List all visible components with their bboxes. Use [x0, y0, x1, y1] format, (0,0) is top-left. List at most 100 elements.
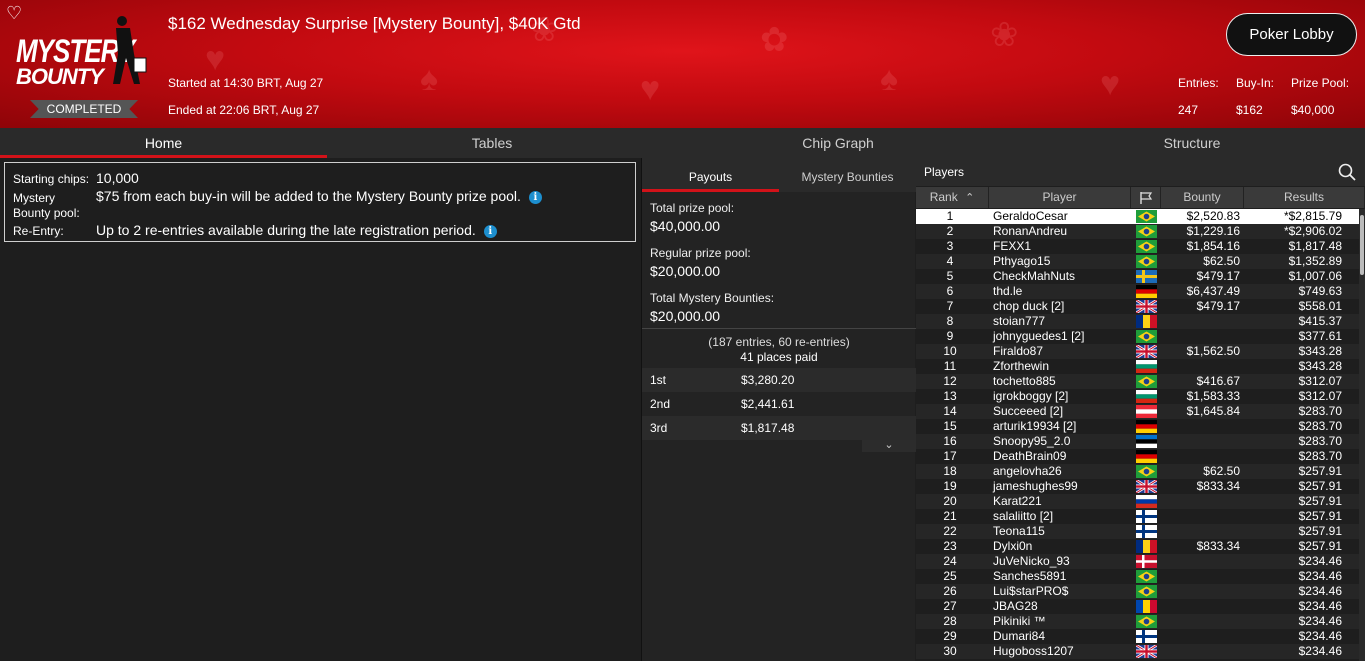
player-row[interactable]: 22 Teona115 $257.91	[916, 524, 1359, 539]
mystery-total-label: Total Mystery Bounties:	[650, 291, 775, 305]
player-row[interactable]: 4 Pthyago15 $62.50 $1,352.89	[916, 254, 1359, 269]
payout-place: 1st	[650, 373, 667, 387]
player-name: Teona115	[993, 524, 1045, 538]
player-result: $377.61	[1298, 329, 1342, 343]
player-row[interactable]: 10 Firaldo87 $1,562.50 $343.28	[916, 344, 1359, 359]
player-bounty: $1,229.16	[1186, 224, 1240, 238]
tab-chip-graph[interactable]: Chip Graph	[657, 128, 1019, 158]
player-row[interactable]: 11 Zforthewin $343.28	[916, 359, 1359, 374]
player-rank: 14	[943, 404, 957, 418]
player-row[interactable]: 15 arturik19934 [2] $283.70	[916, 419, 1359, 434]
tab-home[interactable]: Home	[0, 128, 327, 158]
player-row[interactable]: 5 CheckMahNuts $479.17 $1,007.06	[916, 269, 1359, 284]
player-row[interactable]: 20 Karat221 $257.91	[916, 494, 1359, 509]
player-row[interactable]: 27 JBAG28 $234.46	[916, 599, 1359, 614]
player-row[interactable]: 9 johnyguedes1 [2] $377.61	[916, 329, 1359, 344]
player-result: $257.91	[1298, 464, 1342, 478]
player-rank: 4	[946, 254, 954, 268]
tab-payouts[interactable]: Payouts	[642, 158, 779, 192]
scrollbar-thumb[interactable]	[1360, 215, 1364, 275]
player-bounty: $479.17	[1196, 299, 1240, 313]
tab-structure[interactable]: Structure	[1019, 128, 1365, 158]
divider	[642, 328, 916, 329]
player-row[interactable]: 7 chop duck [2] $479.17 $558.01	[916, 299, 1359, 314]
player-row[interactable]: 6 thd.le $6,437.49 $749.63	[916, 284, 1359, 299]
player-row[interactable]: 18 angelovha26 $62.50 $257.91	[916, 464, 1359, 479]
player-rank: 6	[946, 284, 954, 298]
player-row[interactable]: 14 Succeeed [2] $1,645.84 $283.70	[916, 404, 1359, 419]
player-bounty: $1,854.16	[1186, 239, 1240, 253]
player-bounty: $62.50	[1203, 254, 1240, 268]
tab-tables[interactable]: Tables	[327, 128, 657, 158]
mystery-pool-label-2: Bounty pool:	[13, 206, 80, 220]
flag-icon	[1139, 192, 1152, 204]
player-row[interactable]: 21 salaliitto [2] $257.91	[916, 509, 1359, 524]
player-row[interactable]: 29 Dumari84 $234.46	[916, 629, 1359, 644]
player-row[interactable]: 26 Lui$starPRO$ $234.46	[916, 584, 1359, 599]
country-flag-dk-icon	[1136, 555, 1157, 568]
player-rank: 16	[943, 434, 957, 448]
player-rank: 9	[946, 329, 954, 343]
player-rank: 21	[943, 509, 957, 523]
search-icon[interactable]	[1337, 162, 1357, 182]
mystery-pool-row: $75 from each buy-in will be added to th…	[96, 188, 542, 204]
tab-mystery-bounties[interactable]: Mystery Bounties	[779, 158, 916, 192]
player-row[interactable]: 3 FEXX1 $1,854.16 $1,817.48	[916, 239, 1359, 254]
player-bounty: $62.50	[1203, 464, 1240, 478]
player-result: $312.07	[1298, 374, 1342, 388]
player-row[interactable]: 17 DeathBrain09 $283.70	[916, 449, 1359, 464]
player-name: DeathBrain09	[993, 449, 1067, 463]
player-row[interactable]: 24 JuVeNicko_93 $234.46	[916, 554, 1359, 569]
player-rank: 20	[943, 494, 957, 508]
player-result: $283.70	[1298, 449, 1342, 463]
reentry-label: Re-Entry:	[13, 224, 64, 238]
info-icon[interactable]: i	[483, 225, 497, 238]
player-result: $1,352.89	[1288, 254, 1342, 268]
rank-column-header[interactable]: Rank ⌃	[916, 187, 989, 208]
results-column-header[interactable]: Results	[1244, 187, 1365, 208]
player-rank: 23	[943, 539, 957, 553]
player-bounty: $1,645.84	[1186, 404, 1240, 418]
player-row[interactable]: 1 GeraldoCesar $2,520.83 *$2,815.79	[916, 209, 1359, 224]
country-flag-de-icon	[1136, 420, 1157, 433]
player-column-header[interactable]: Player	[989, 187, 1131, 208]
player-result: $234.46	[1298, 629, 1342, 643]
player-rank: 12	[943, 374, 957, 388]
flag-column-header[interactable]	[1131, 187, 1161, 208]
player-row[interactable]: 19 jameshughes99 $833.34 $257.91	[916, 479, 1359, 494]
country-flag-gb-icon	[1136, 480, 1157, 493]
player-name: FEXX1	[993, 239, 1032, 253]
player-row[interactable]: 2 RonanAndreu $1,229.16 *$2,906.02	[916, 224, 1359, 239]
player-row[interactable]: 28 Pikiniki ™ $234.46	[916, 614, 1359, 629]
player-name: chop duck [2]	[993, 299, 1065, 313]
player-row[interactable]: 30 Hugoboss1207 $234.46	[916, 644, 1359, 659]
scrollbar[interactable]	[1359, 209, 1365, 661]
player-rank: 2	[946, 224, 954, 238]
poker-lobby-button[interactable]: Poker Lobby	[1226, 13, 1357, 56]
chevron-down-icon[interactable]: ⌄	[862, 440, 916, 452]
player-row[interactable]: 16 Snoopy95_2.0 $283.70	[916, 434, 1359, 449]
player-row[interactable]: 8 stoian777 $415.37	[916, 314, 1359, 329]
player-row[interactable]: 23 Dylxi0n $833.34 $257.91	[916, 539, 1359, 554]
reentry-row: Up to 2 re-entries available during the …	[96, 222, 497, 238]
player-bounty: $833.34	[1196, 479, 1240, 493]
tournament-title: $162 Wednesday Surprise [Mystery Bounty]…	[168, 14, 581, 33]
player-bounty: $1,562.50	[1186, 344, 1240, 358]
player-result: $749.63	[1298, 284, 1342, 298]
player-result: $283.70	[1298, 404, 1342, 418]
player-result: $257.91	[1298, 509, 1342, 523]
player-row[interactable]: 12 tochetto885 $416.67 $312.07	[916, 374, 1359, 389]
player-result: $234.46	[1298, 569, 1342, 583]
sort-asc-icon: ⌃	[965, 192, 975, 204]
tournament-info-box: Starting chips: 10,000 Mystery Bounty po…	[4, 162, 636, 242]
total-pool-value: $40,000.00	[650, 218, 721, 234]
mystery-bounty-logo: MYSTERY BOUNTY	[14, 14, 154, 106]
player-row[interactable]: 25 Sanches5891 $234.46	[916, 569, 1359, 584]
player-rank: 19	[943, 479, 957, 493]
bounty-column-header[interactable]: Bounty	[1161, 187, 1244, 208]
info-icon[interactable]: i	[528, 191, 542, 204]
rank-column-label: Rank	[929, 190, 958, 204]
player-name: arturik19934 [2]	[993, 419, 1077, 433]
player-row[interactable]: 13 igrokboggy [2] $1,583.33 $312.07	[916, 389, 1359, 404]
player-bounty: $479.17	[1196, 269, 1240, 283]
